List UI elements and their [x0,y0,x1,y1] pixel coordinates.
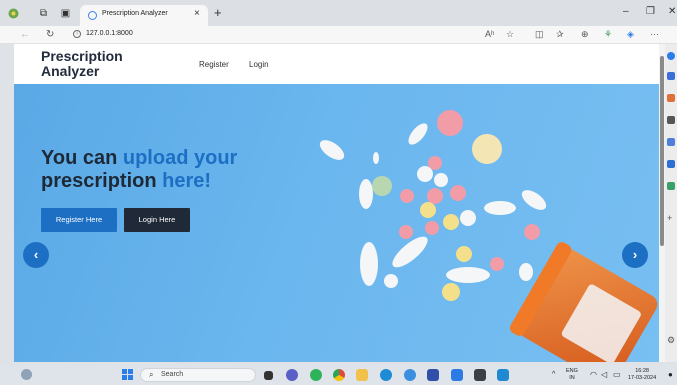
weather-icon[interactable] [21,369,32,380]
search-icon: ⌕ [149,370,154,379]
url-field[interactable]: 127.0.0.1:8000 [86,30,133,37]
clock-date: 17-03-2024 [628,375,657,381]
sidebar-add-icon[interactable]: + [667,214,675,223]
taskbar-search-placeholder: Search [161,371,184,378]
lang-code: ENG [566,368,578,374]
refresh-icon[interactable]: ↻ [46,29,54,40]
address-bar: ← ↻ i 127.0.0.1:8000 Aʰ ☆ ◫ ✰ ⊕ ⚘ ◈ ··· [0,26,677,44]
site-favicon-icon [88,11,97,20]
sidebar-outlook-icon[interactable] [667,160,675,168]
maximize-button[interactable]: ❐ [646,6,655,17]
favorite-star-icon[interactable]: ☆ [506,29,514,40]
wifi-icon[interactable]: ◠ [590,370,597,379]
close-window-button[interactable]: ✕ [668,6,676,17]
carousel-next-button[interactable]: › [622,242,648,268]
sidebar-games-icon[interactable] [667,138,675,146]
battery-icon[interactable]: ▭ [613,370,621,379]
copilot-icon[interactable]: ◈ [627,29,634,40]
collections-icon[interactable]: ⊕ [581,29,589,40]
browser-title-bar: ⧉ ▣ Prescription Analyzer × + – ❐ ✕ [0,0,677,26]
headline-part-1b: upload your [122,147,238,169]
brand-line-2: Analyzer [41,63,100,79]
clock-time: 16:28 [635,368,649,374]
headline-part-2b: here! [162,170,212,192]
nav-link-login[interactable]: Login [249,60,269,69]
language-indicator[interactable]: ENG IN [566,368,578,382]
file-explorer-icon[interactable] [356,369,368,381]
task-view-icon[interactable] [264,371,273,380]
notification-icon[interactable]: ● [668,370,673,379]
scroll-thumb[interactable] [660,56,664,246]
login-here-button[interactable]: Login Here [124,208,190,232]
vscode-icon[interactable] [497,369,509,381]
read-aloud-icon[interactable]: Aʰ [485,29,494,39]
hero-headline: You can upload your prescription here! [41,147,237,193]
region-code: IN [569,375,575,381]
edge-sidebar: + ⚙ [665,44,677,362]
split-screen-icon[interactable]: ◫ [535,29,544,40]
terminal-icon[interactable] [474,369,486,381]
back-icon[interactable]: ← [20,29,30,40]
headline-part-2a: prescription [41,170,163,192]
extensions-icon[interactable]: ⚘ [604,29,612,40]
register-here-button[interactable]: Register Here [41,208,117,232]
tab-prescription-analyzer[interactable]: Prescription Analyzer × [80,5,208,26]
whatsapp-icon[interactable] [310,369,322,381]
web-page: Prescription Analyzer Register Login You… [14,44,659,362]
sidebar-shopping-icon[interactable] [667,72,675,80]
clock[interactable]: 16:28 17-03-2024 [628,368,656,382]
volume-icon[interactable]: ◁ [601,370,607,379]
sidebar-tools-icon[interactable] [667,94,675,102]
windows-taskbar: ⌕ Search ^ ENG IN ◠ ◁ ▭ 16:28 17-03-2024… [0,365,677,385]
taskbar-search[interactable]: ⌕ Search [140,368,256,382]
minimize-button[interactable]: – [623,6,629,17]
sidebar-search-icon[interactable] [667,52,675,60]
sidebar-person-icon[interactable] [667,116,675,124]
more-options-icon[interactable]: ··· [650,29,659,39]
site-brand[interactable]: Prescription Analyzer [41,49,123,79]
nav-link-register[interactable]: Register [199,60,229,69]
brand-line-1: Prescription [41,48,123,64]
workspaces-icon[interactable]: ⧉ [38,8,49,19]
sidebar-settings-icon[interactable]: ⚙ [667,336,675,345]
site-navbar: Prescription Analyzer Register Login [14,44,659,84]
store-icon[interactable] [427,369,439,381]
mail-icon[interactable] [451,369,463,381]
headline-part-1a: You can [41,147,123,169]
tab-close-icon[interactable]: × [194,8,200,19]
new-tab-button[interactable]: + [214,5,222,20]
paint-icon[interactable] [404,369,416,381]
favorites-icon[interactable]: ✰ [556,29,564,40]
hero-carousel: You can upload your prescription here! R… [14,84,659,362]
chat-icon[interactable] [286,369,298,381]
tab-title: Prescription Analyzer [102,10,168,17]
edge-icon[interactable] [380,369,392,381]
chrome-icon[interactable] [333,369,345,381]
tab-actions-icon[interactable]: ▣ [60,8,71,19]
tray-expand-icon[interactable]: ^ [552,371,555,378]
site-info-icon[interactable]: i [73,30,81,38]
start-windows-icon[interactable] [122,369,134,381]
sidebar-drop-icon[interactable] [667,182,675,190]
profile-icon[interactable] [8,8,19,19]
carousel-prev-button[interactable]: ‹ [23,242,49,268]
